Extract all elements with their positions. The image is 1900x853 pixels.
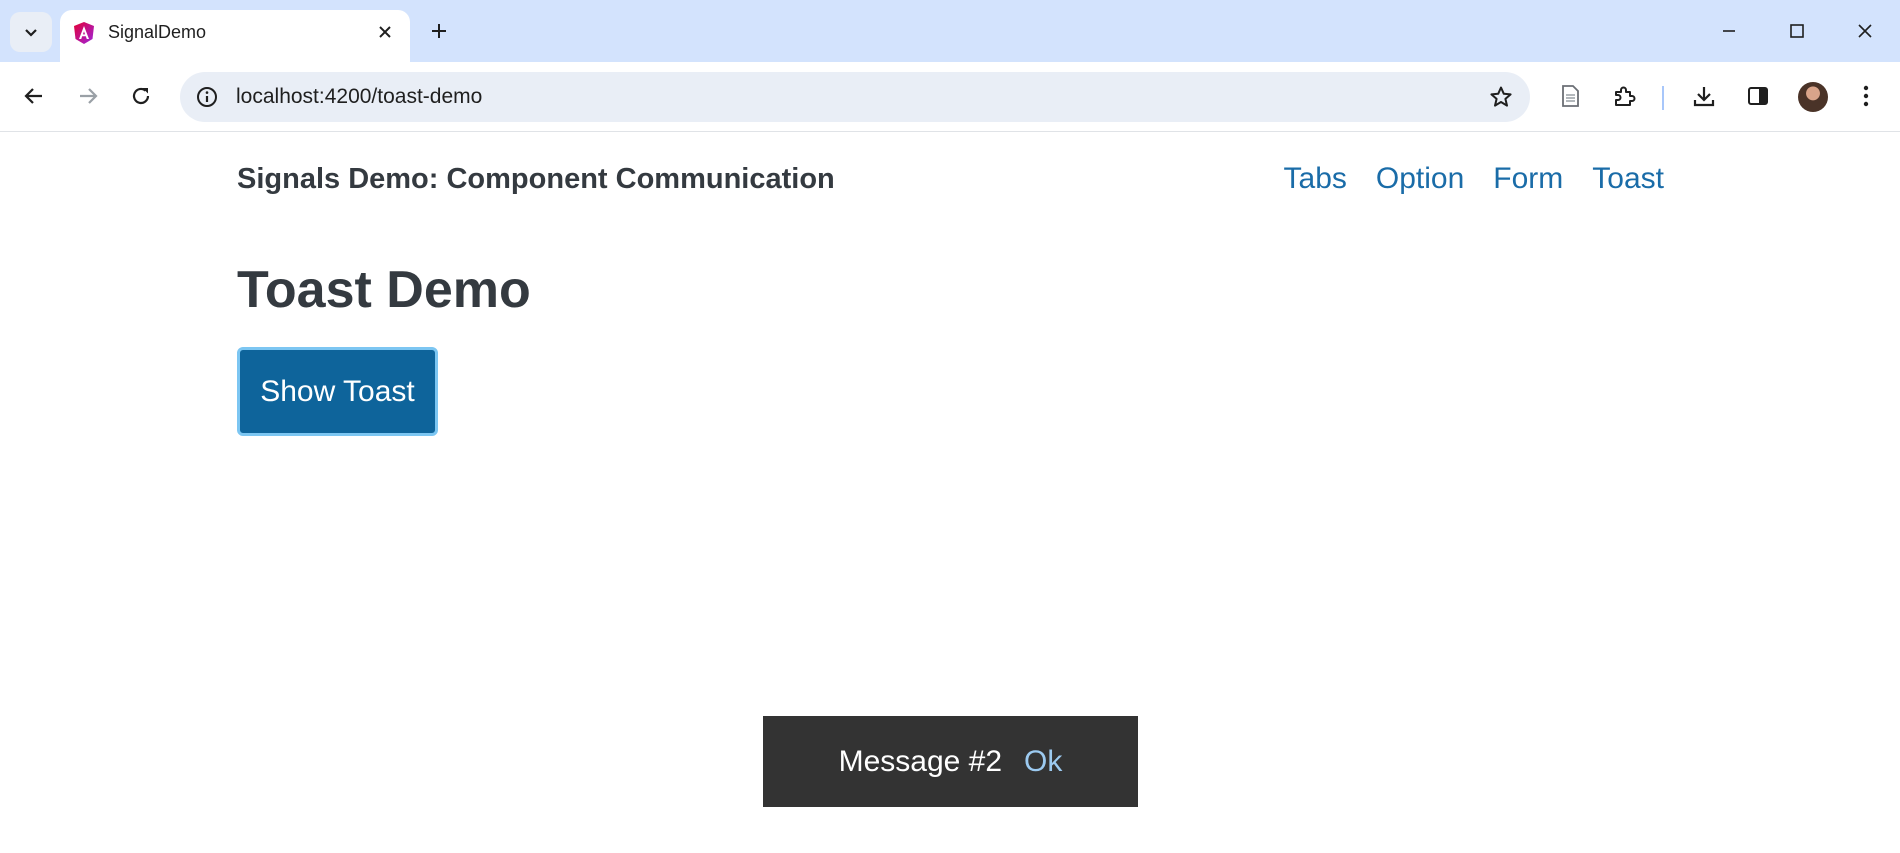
tab-search-button[interactable] [10, 12, 52, 52]
toast-message: Message #2 [838, 744, 1003, 778]
close-window-button[interactable] [1842, 10, 1888, 52]
kebab-menu-icon [1863, 85, 1869, 107]
reload-icon [132, 87, 150, 105]
info-icon [197, 87, 217, 107]
tab-title: SignalDemo [108, 22, 207, 42]
toast: Message #2 Ok [763, 716, 1138, 807]
page-title: Toast Demo [237, 261, 531, 319]
nav-link-toast[interactable]: Toast [1592, 162, 1664, 196]
address-url[interactable]: localhost:4200/toast-demo [236, 72, 482, 122]
star-icon [1490, 86, 1512, 107]
download-icon [1693, 87, 1715, 107]
extensions-button[interactable] [1604, 76, 1644, 116]
angular-logo-icon [74, 22, 94, 44]
close-icon [379, 26, 391, 38]
maximize-button[interactable] [1774, 10, 1820, 52]
side-panel-button[interactable] [1738, 76, 1778, 116]
browser-toolbar: localhost:4200/toast-demo [0, 62, 1900, 132]
nav-link-tabs[interactable]: Tabs [1284, 162, 1347, 196]
reading-list-button[interactable] [1550, 76, 1590, 116]
downloads-button[interactable] [1684, 76, 1724, 116]
browser-menu-button[interactable] [1846, 76, 1886, 116]
bookmark-button[interactable] [1488, 84, 1514, 110]
browser-tab[interactable]: SignalDemo [60, 10, 410, 62]
new-tab-button[interactable] [424, 14, 454, 48]
plus-icon [432, 24, 446, 38]
maximize-icon [1790, 24, 1804, 38]
show-toast-button[interactable]: Show Toast [237, 347, 438, 436]
chevron-down-icon [25, 29, 37, 37]
page-content: Signals Demo: Component Communication Ta… [0, 132, 1900, 853]
reload-button[interactable] [121, 76, 161, 116]
nav-link-form[interactable]: Form [1493, 162, 1563, 196]
forward-button[interactable] [68, 76, 108, 116]
toolbar-separator [1662, 86, 1664, 110]
document-icon [1562, 85, 1579, 107]
close-icon [1858, 24, 1872, 38]
side-panel-icon [1748, 87, 1768, 105]
main-nav: Tabs Option Form Toast [1284, 162, 1664, 196]
nav-link-option[interactable]: Option [1376, 162, 1464, 196]
site-info-button[interactable] [194, 84, 220, 110]
puzzle-icon [1615, 86, 1636, 106]
toast-ok-button[interactable]: Ok [1024, 745, 1062, 779]
navbar-brand[interactable]: Signals Demo: Component Communication [237, 163, 835, 196]
browser-tabstrip: SignalDemo [0, 0, 1900, 62]
address-bar[interactable]: localhost:4200/toast-demo [180, 72, 1530, 122]
minimize-icon [1723, 30, 1735, 32]
minimize-button[interactable] [1706, 10, 1752, 52]
arrow-left-icon [24, 88, 42, 104]
arrow-right-icon [80, 88, 98, 104]
back-button[interactable] [14, 76, 54, 116]
tab-close-button[interactable] [374, 21, 396, 43]
avatar[interactable] [1798, 82, 1828, 112]
